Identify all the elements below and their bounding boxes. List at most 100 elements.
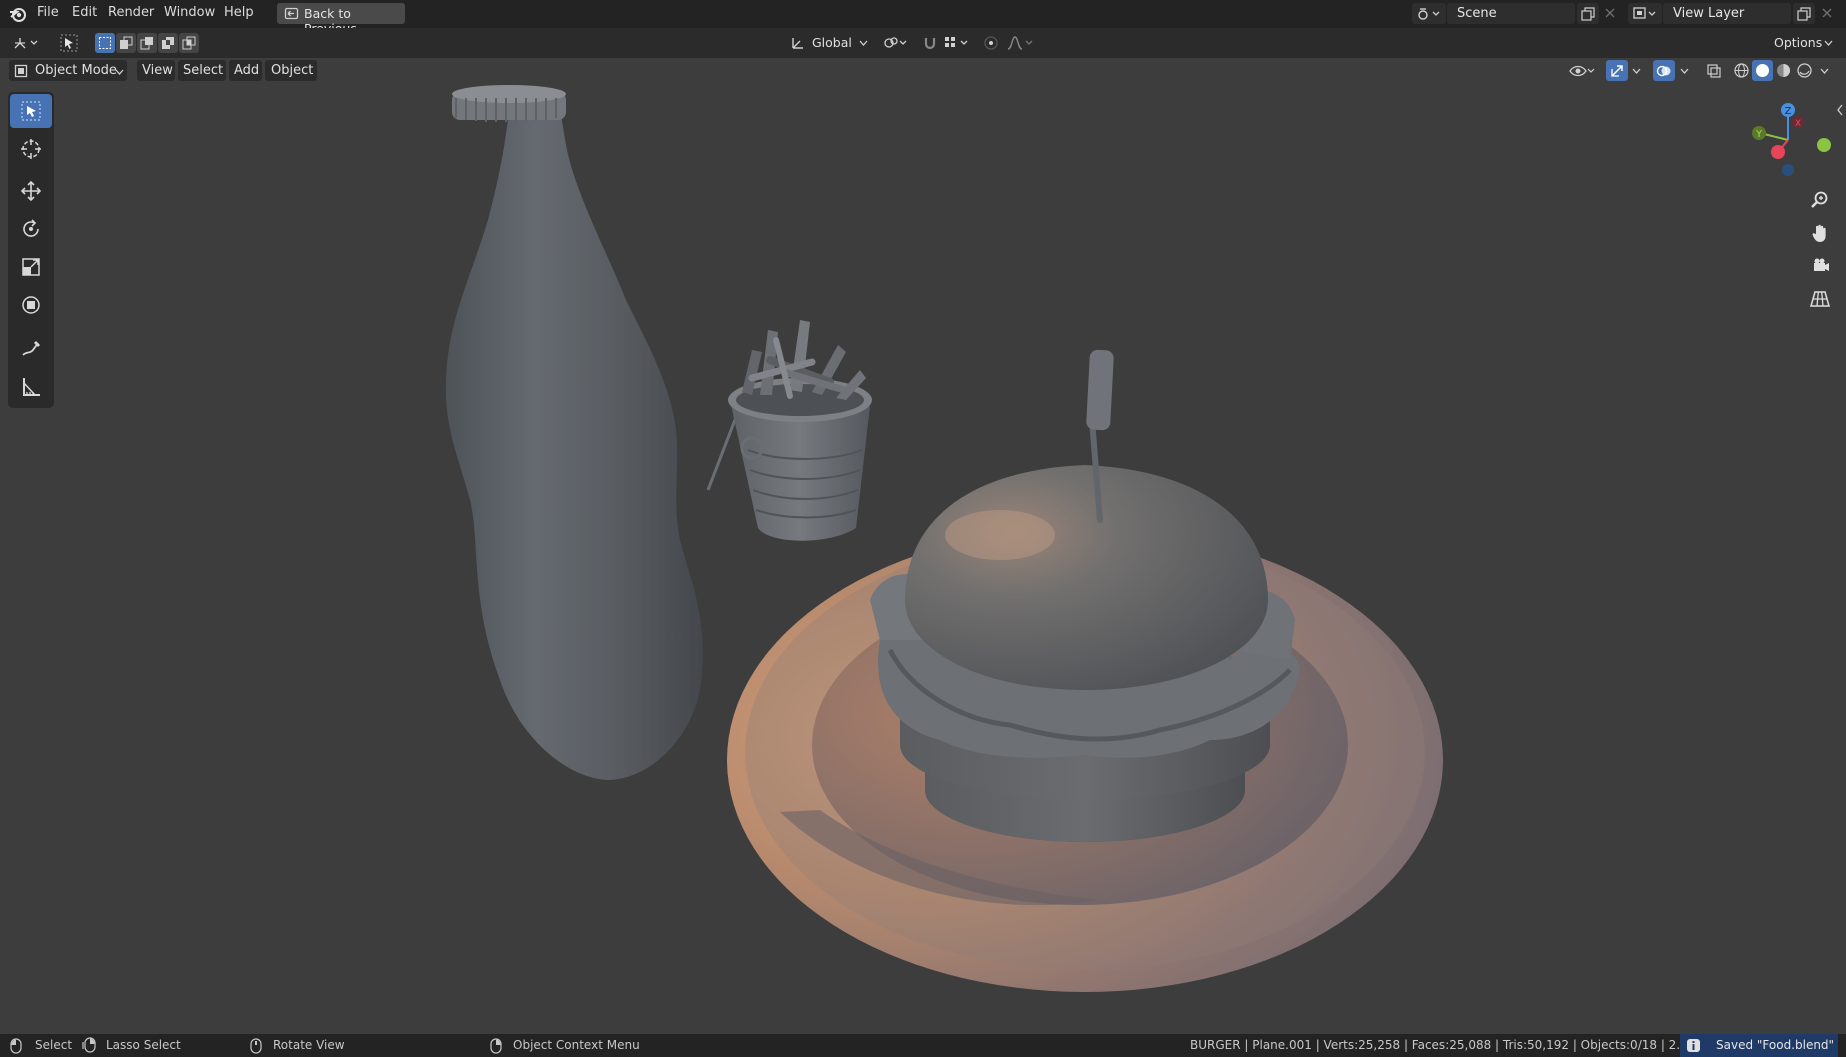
duplicate-icon: [1581, 7, 1595, 21]
select-cursor-icon: [60, 34, 78, 52]
wireframe-sphere-icon: [1734, 63, 1749, 78]
xray-toggle[interactable]: [1703, 60, 1725, 81]
view-layer-browse-button[interactable]: [1628, 3, 1662, 24]
menu-edit[interactable]: Edit: [72, 5, 97, 20]
selection-mode-extend[interactable]: [116, 33, 136, 53]
xray-icon: [1707, 64, 1721, 78]
shading-rendered[interactable]: [1794, 60, 1815, 81]
magnet-icon: [924, 38, 936, 50]
duplicate-icon: [1797, 7, 1811, 21]
3d-viewport[interactable]: Object Mode View Select Add Object Z X Y: [0, 58, 1846, 1034]
delete-view-layer-icon[interactable]: [1822, 8, 1832, 18]
screen-back-icon: [284, 7, 299, 20]
menu-object[interactable]: Object: [265, 60, 317, 81]
view-layer-icon: [1633, 7, 1656, 19]
shading-wireframe[interactable]: [1731, 60, 1752, 81]
orientation-label: Global: [812, 35, 852, 50]
select-intersect-icon: [182, 36, 196, 50]
menu-view-label: View: [142, 63, 173, 78]
tool-measure[interactable]: [10, 370, 52, 404]
eye-icon: [1569, 65, 1595, 77]
snap-toggle[interactable]: [920, 32, 940, 54]
menu-window[interactable]: Window: [164, 5, 215, 20]
orientation-global-icon: [792, 38, 803, 49]
back-to-previous-button[interactable]: Back to Previous: [277, 3, 405, 36]
rendered-sphere-icon: [1797, 63, 1812, 78]
active-tool-button[interactable]: [56, 31, 80, 55]
select-box-icon: [21, 101, 41, 121]
zoom-icon: [1811, 191, 1828, 208]
camera-view-button[interactable]: [1805, 251, 1835, 281]
axis-y-pos-icon[interactable]: [1817, 138, 1831, 152]
mouse-drag-icon: [82, 1037, 96, 1053]
editor-type-button[interactable]: [8, 32, 42, 54]
falloff-dropdown[interactable]: [1004, 32, 1038, 54]
chevron-down-icon[interactable]: [1820, 68, 1829, 74]
new-scene-button[interactable]: [1577, 3, 1599, 24]
selection-mode-subtract[interactable]: [137, 33, 157, 53]
navigation-gizmo[interactable]: Z X Y: [1736, 98, 1832, 178]
menu-add-label: Add: [234, 63, 260, 78]
transform-orientation-dropdown[interactable]: Global: [786, 32, 872, 54]
gizmo-toggle[interactable]: [1606, 60, 1628, 81]
object-mode-icon: [14, 64, 28, 78]
shading-solid[interactable]: [1752, 60, 1773, 81]
camera-icon: [1814, 258, 1829, 271]
proportional-edit-toggle[interactable]: [981, 32, 1001, 54]
status-context-hint: Object Context Menu: [513, 1038, 640, 1052]
new-view-layer-button[interactable]: [1793, 3, 1815, 24]
scene-icon: [1418, 8, 1440, 20]
menu-help[interactable]: Help: [224, 5, 254, 20]
move-icon: [20, 180, 42, 202]
tool-move[interactable]: [10, 174, 52, 208]
menu-select[interactable]: Select: [178, 60, 226, 81]
scene-name-field[interactable]: Scene: [1447, 3, 1575, 24]
select-new-icon: [99, 37, 111, 49]
shading-material[interactable]: [1773, 60, 1794, 81]
menu-select-label: Select: [183, 63, 224, 78]
menu-render[interactable]: Render: [108, 5, 154, 20]
falloff-curve-icon: [1007, 36, 1033, 50]
scene-browse-button[interactable]: [1412, 3, 1446, 24]
scale-icon: [22, 258, 40, 276]
sidebar-toggle-icon[interactable]: [1836, 104, 1844, 116]
material-sphere-icon: [1777, 64, 1790, 77]
pan-view-button[interactable]: [1805, 218, 1835, 248]
chevron-down-icon: [115, 69, 124, 75]
bottle-object[interactable]: [445, 85, 703, 780]
mode-dropdown[interactable]: Object Mode: [9, 60, 127, 81]
annotate-icon: [22, 341, 40, 356]
selection-mode-intersect[interactable]: [179, 33, 199, 53]
scene-name-label: Scene: [1457, 6, 1497, 21]
zoom-view-button[interactable]: [1805, 185, 1835, 215]
axis-z-neg-icon[interactable]: [1782, 164, 1794, 176]
selection-mode-difference[interactable]: [158, 33, 178, 53]
menu-file[interactable]: File: [37, 5, 59, 20]
menu-add[interactable]: Add: [229, 60, 262, 81]
fries-bucket-object[interactable]: [706, 320, 872, 541]
chevron-down-icon[interactable]: [1680, 68, 1689, 74]
view-layer-name-field[interactable]: View Layer: [1663, 3, 1791, 24]
burger-object[interactable]: [870, 349, 1300, 842]
options-dropdown[interactable]: Options: [1766, 32, 1838, 54]
tool-scale[interactable]: [10, 250, 52, 284]
status-rotate-hint: Rotate View: [273, 1038, 345, 1052]
menu-view[interactable]: View: [137, 60, 175, 81]
selection-mode-new[interactable]: [95, 33, 115, 53]
tool-transform[interactable]: [10, 288, 52, 322]
snap-target-dropdown[interactable]: [941, 32, 975, 54]
toggle-perspective-button[interactable]: [1805, 284, 1835, 314]
axis-x-icon[interactable]: [1771, 145, 1785, 159]
axis-y-label: Y: [1755, 129, 1763, 140]
blender-logo-icon[interactable]: [8, 4, 28, 24]
tool-select-box[interactable]: [10, 94, 52, 128]
visibility-dropdown[interactable]: [1566, 60, 1598, 81]
viewport-editor-icon: [14, 38, 38, 49]
chevron-down-icon[interactable]: [1632, 68, 1641, 74]
tool-cursor[interactable]: [10, 132, 52, 166]
tool-annotate[interactable]: [10, 332, 52, 366]
overlays-toggle[interactable]: [1653, 60, 1675, 81]
pivot-point-dropdown[interactable]: [880, 32, 912, 54]
delete-scene-icon[interactable]: [1605, 8, 1615, 18]
tool-rotate[interactable]: [10, 212, 52, 246]
